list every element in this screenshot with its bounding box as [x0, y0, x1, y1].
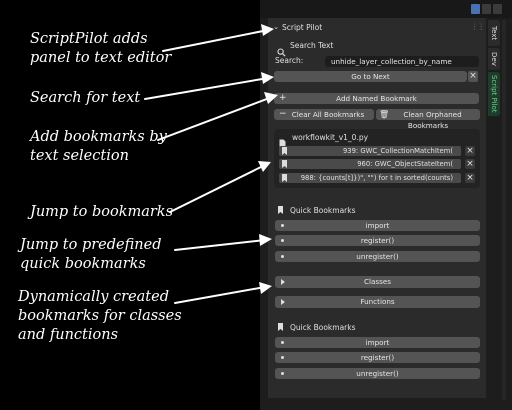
annotation-arrows [144, 24, 278, 304]
arrow-to-add-bookmark [157, 96, 273, 141]
arrow-to-dynamic-groups [174, 286, 266, 304]
arrow-to-quick-bookmarks [174, 239, 266, 251]
arrow-to-search [144, 77, 269, 100]
arrow-to-panel [162, 29, 269, 52]
arrow-to-bookmarks [169, 164, 266, 213]
